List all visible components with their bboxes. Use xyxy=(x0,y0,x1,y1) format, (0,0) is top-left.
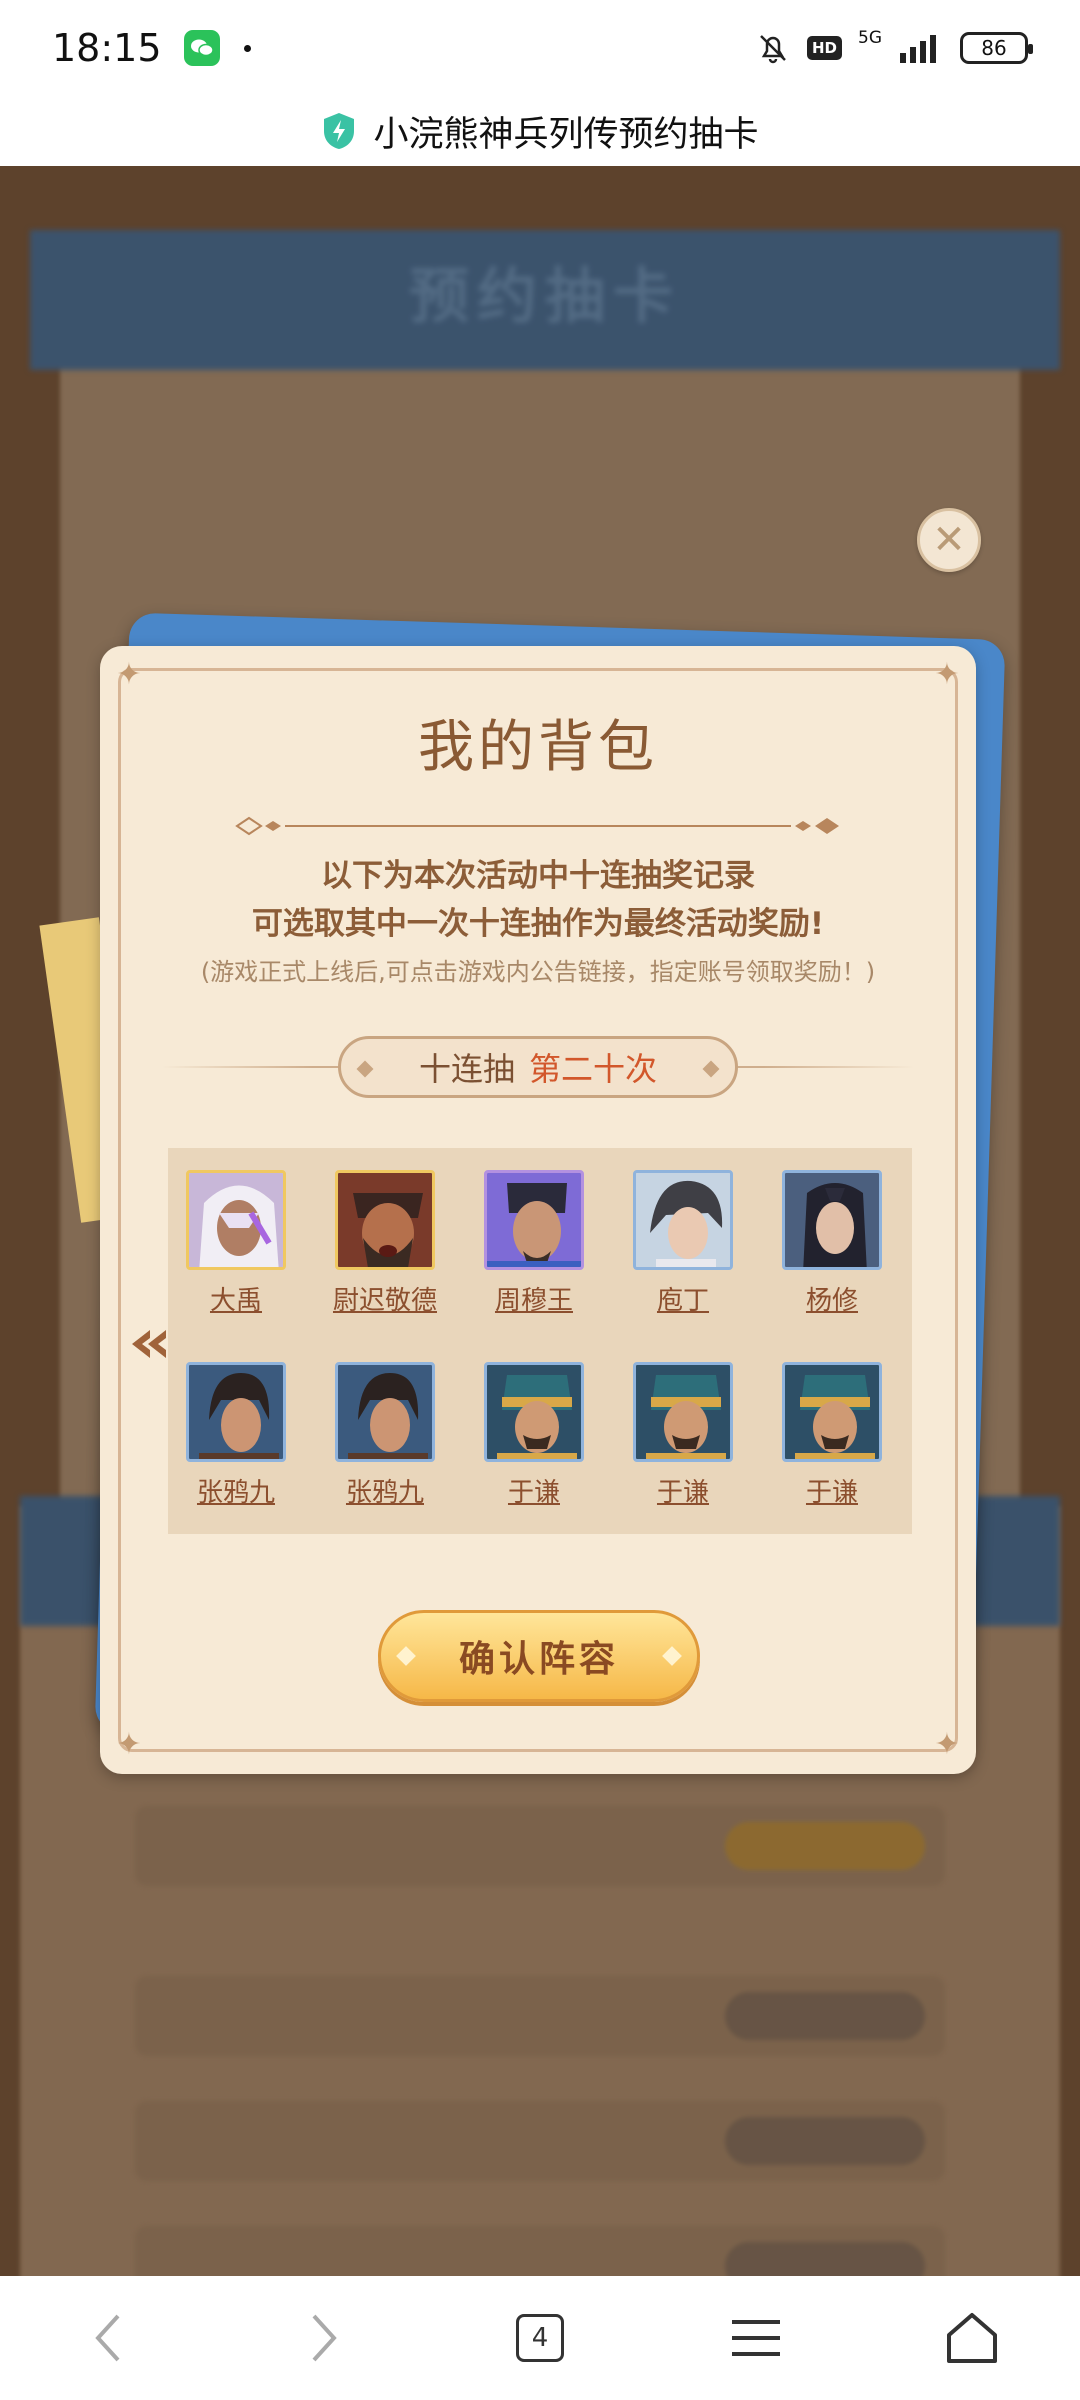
hero-portrait xyxy=(186,1362,286,1462)
menu-button[interactable] xyxy=(716,2298,796,2378)
corner-ornament-icon: ✦ xyxy=(116,657,142,692)
back-button[interactable] xyxy=(68,2298,148,2378)
page-title-bar: 小浣熊神兵列传预约抽卡 xyxy=(0,96,1080,166)
hero-card[interactable]: 于谦 xyxy=(777,1362,887,1509)
hero-card[interactable]: 张鸦九 xyxy=(330,1362,440,1509)
diamond-icon xyxy=(702,1060,720,1078)
hero-portrait xyxy=(335,1170,435,1270)
status-time: 18:15 xyxy=(52,26,162,70)
hero-name[interactable]: 于谦 xyxy=(628,1472,738,1509)
tab-count: 4 xyxy=(516,2314,564,2362)
hero-name[interactable]: 于谦 xyxy=(479,1472,589,1509)
corner-ornament-icon: ✦ xyxy=(934,1727,960,1762)
dialog-note: (游戏正式上线后,可点击游戏内公告链接，指定账号领取奖励！) xyxy=(200,958,876,986)
diamond-icon xyxy=(396,1646,416,1666)
hero-portrait xyxy=(484,1362,584,1462)
hero-card[interactable]: 周穆王 xyxy=(479,1170,589,1317)
confirm-lineup-button[interactable]: 确认阵容 xyxy=(378,1610,700,1702)
hero-name[interactable]: 于谦 xyxy=(777,1472,887,1509)
hd-badge: HD xyxy=(806,36,842,60)
status-bar: 18:15 HD 5G 86 xyxy=(0,0,1080,96)
hero-name[interactable]: 周穆王 xyxy=(479,1280,589,1317)
hero-portrait xyxy=(633,1170,733,1270)
backpack-dialog: ✦ ✦ ✦ ✦ 我的背包 以下为本次活动中十连抽奖记录 可选取其中一次十连抽作为… xyxy=(100,646,976,1774)
forward-arrow-icon xyxy=(312,2314,337,2362)
signal-icon xyxy=(900,35,936,63)
confirm-lineup-label: 确认阵容 xyxy=(458,1639,619,1680)
hero-name[interactable]: 庖丁 xyxy=(628,1280,738,1317)
dialog-description-line2: 可选取其中一次十连抽作为最终活动奖励! xyxy=(251,906,825,942)
draw-label: 十连抽 xyxy=(418,1050,515,1088)
home-icon xyxy=(947,2313,997,2363)
menu-icon xyxy=(732,2320,780,2356)
shield-icon xyxy=(324,113,355,149)
hero-name[interactable]: 张鸦九 xyxy=(181,1472,291,1509)
dialog-description-line1: 以下为本次活动中十连抽奖记录 xyxy=(321,858,755,894)
hero-card[interactable]: 于谦 xyxy=(628,1362,738,1509)
hero-name[interactable]: 杨修 xyxy=(777,1280,887,1317)
browser-nav-bar: 4 xyxy=(0,2276,1080,2400)
home-button[interactable] xyxy=(932,2298,1012,2378)
draw-number: 第二十次 xyxy=(529,1050,658,1088)
divider-ornament-icon xyxy=(235,816,839,836)
hero-card[interactable]: 大禹 xyxy=(181,1170,291,1317)
hero-card[interactable]: 尉迟敬德 xyxy=(330,1170,440,1317)
hero-card[interactable]: 于谦 xyxy=(479,1362,589,1509)
hero-grid: 大禹 尉迟敬德 周穆王 庖丁 杨修 张鸦九 张鸦九 于谦 于谦 于谦 xyxy=(168,1148,912,1534)
hero-portrait xyxy=(484,1170,584,1270)
draw-selector[interactable]: 十连抽 第二十次 xyxy=(338,1036,738,1098)
hero-name[interactable]: 大禹 xyxy=(181,1280,291,1317)
back-arrow-icon xyxy=(95,2314,120,2362)
corner-ornament-icon: ✦ xyxy=(934,657,960,692)
battery-icon: 86 xyxy=(960,32,1033,64)
hero-name[interactable]: 尉迟敬德 xyxy=(330,1280,440,1317)
close-icon: ✕ xyxy=(932,517,966,563)
hero-card[interactable]: 庖丁 xyxy=(628,1170,738,1317)
mute-bell-icon xyxy=(760,35,786,64)
tabs-button[interactable]: 4 xyxy=(500,2298,580,2378)
network-type: 5G xyxy=(858,28,882,48)
hero-portrait xyxy=(186,1170,286,1270)
hero-card[interactable]: 杨修 xyxy=(777,1170,887,1317)
previous-draw-arrow-icon[interactable] xyxy=(128,1326,170,1362)
diamond-icon xyxy=(356,1060,374,1078)
close-button[interactable]: ✕ xyxy=(917,508,981,572)
wechat-icon xyxy=(183,30,220,66)
forward-button[interactable] xyxy=(284,2298,364,2378)
corner-ornament-icon: ✦ xyxy=(116,1727,142,1762)
hero-portrait xyxy=(782,1170,882,1270)
hero-name[interactable]: 张鸦九 xyxy=(330,1472,440,1509)
dialog-title: 我的背包 xyxy=(418,715,658,780)
hero-portrait xyxy=(633,1362,733,1462)
hero-portrait xyxy=(782,1362,882,1462)
notification-dot-icon xyxy=(243,44,251,52)
page-title: 小浣熊神兵列传预约抽卡 xyxy=(373,114,759,155)
diamond-icon xyxy=(662,1646,682,1666)
hero-card[interactable]: 张鸦九 xyxy=(181,1362,291,1509)
hero-portrait xyxy=(335,1362,435,1462)
